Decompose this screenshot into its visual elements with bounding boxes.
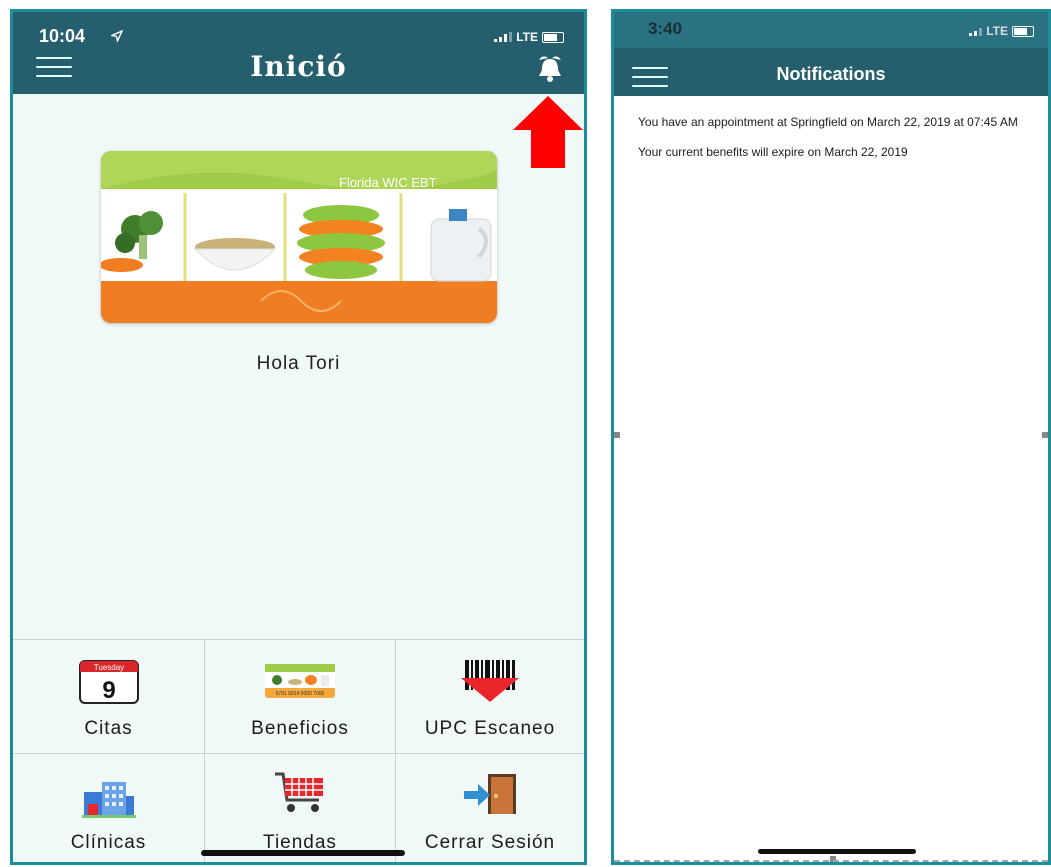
tile-beneficios[interactable]: 5781 0014 0000 7000 Beneficios (205, 639, 396, 753)
barcode-scan-icon (461, 660, 519, 702)
notification-list: You have an appointment at Springfield o… (638, 116, 1032, 176)
benefits-card-icon: 5781 0014 0000 7000 (265, 664, 335, 698)
status-indicators: LTE (494, 30, 564, 44)
status-indicators: LTE (969, 24, 1034, 38)
alarm-bell-icon[interactable] (534, 54, 566, 84)
tile-cerrar-sesion[interactable]: Cerrar Sesión (396, 753, 584, 862)
battery-icon (542, 31, 564, 43)
tile-clinicas[interactable]: Clínicas (13, 753, 205, 862)
battery-icon (1012, 25, 1034, 37)
app-header: 3:40 LTE Notifications (614, 12, 1048, 96)
selection-handle (1042, 432, 1048, 438)
tile-label: UPC Escaneo (424, 718, 556, 739)
home-indicator[interactable] (201, 850, 405, 856)
signal-icon (494, 32, 513, 42)
app-header: 10:04 LTE Inició (13, 12, 584, 94)
home-indicator[interactable] (758, 849, 916, 854)
selection-handle (830, 856, 836, 862)
card-label: Florida WIC EBT (339, 175, 437, 190)
greeting-text: Hola Tori (256, 353, 341, 374)
calendar-icon: Tuesday 9 (78, 660, 139, 704)
page-title: Inició (250, 50, 347, 83)
tile-label: Citas (84, 718, 133, 739)
signal-icon (969, 26, 983, 36)
logout-door-icon (464, 774, 516, 814)
notification-item[interactable]: You have an appointment at Springfield o… (638, 116, 1032, 129)
status-time: 10:04 (39, 26, 86, 46)
card-number: 5781 0014 0000 7000 (276, 691, 325, 697)
network-label: LTE (986, 24, 1008, 38)
menu-grid: Tuesday 9 Citas 5781 0014 0000 7000 Bene… (13, 639, 584, 862)
shopping-cart-icon (275, 772, 323, 812)
wic-ebt-card-image: Florida WIC EBT (101, 151, 497, 323)
tile-tiendas[interactable]: Tiendas (205, 753, 396, 862)
tile-label: Cerrar Sesión (424, 832, 556, 853)
tile-label: Beneficios (251, 718, 349, 739)
clinic-building-icon (81, 782, 136, 818)
network-label: LTE (516, 30, 538, 44)
home-screen: 10:04 LTE Inició Florida WIC EBT Hola To… (10, 9, 587, 865)
tile-upc-escaneo[interactable]: UPC Escaneo (396, 639, 584, 753)
notifications-screen: 3:40 LTE Notifications You have an appoi… (611, 9, 1051, 865)
status-time: 3:40 (648, 19, 683, 38)
page-title: Notifications (776, 64, 886, 84)
annotation-arrow (513, 96, 583, 168)
notification-item[interactable]: Your current benefits will expire on Mar… (638, 146, 1032, 159)
tile-label: Clínicas (70, 832, 147, 853)
selection-handle (614, 432, 620, 438)
calendar-date: 9 (102, 677, 115, 704)
calendar-day: Tuesday (93, 663, 123, 672)
tile-citas[interactable]: Tuesday 9 Citas (13, 639, 205, 753)
location-arrow-icon (111, 30, 123, 42)
